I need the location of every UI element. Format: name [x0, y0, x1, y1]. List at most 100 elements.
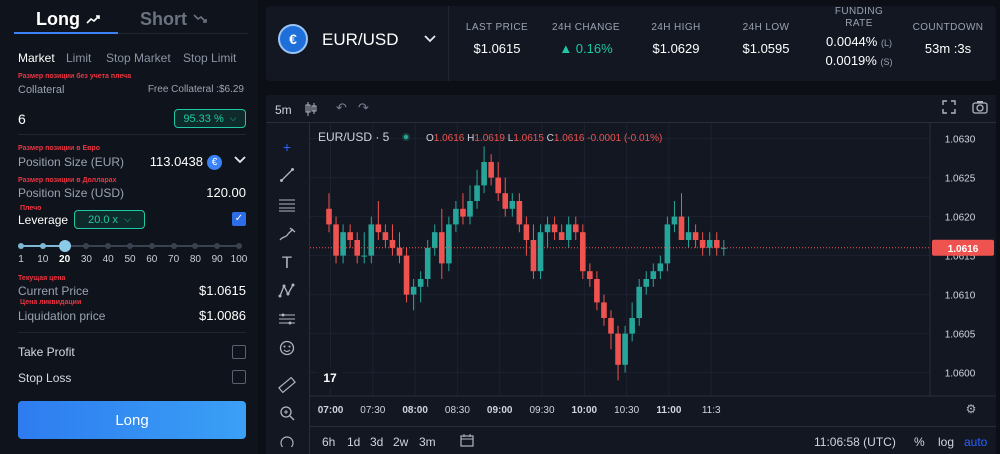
auto-scale-button[interactable]: auto: [964, 435, 987, 449]
collateral-hint: Размер позиции без учета плеча: [18, 73, 132, 80]
utc-clock[interactable]: 11:06:58 (UTC): [814, 435, 896, 449]
leverage-value: 20.0 x: [88, 213, 119, 226]
long-submit-button[interactable]: Long: [18, 401, 246, 439]
x-tick-label: 08:30: [445, 405, 470, 416]
candle-body: [580, 232, 586, 272]
tab-market[interactable]: Market: [18, 51, 55, 65]
slider-step-dot[interactable]: [170, 243, 177, 249]
candle-body: [382, 232, 389, 240]
range-3d[interactable]: 3d: [370, 435, 383, 449]
candle-body: [333, 224, 339, 256]
brush-icon[interactable]: [275, 224, 299, 244]
emoji-icon[interactable]: [275, 338, 299, 358]
range-1d[interactable]: 1d: [347, 435, 360, 449]
fullscreen-icon[interactable]: [942, 100, 956, 117]
tab-limit[interactable]: Limit: [66, 51, 91, 65]
candlestick-chart[interactable]: 1.06301.06251.06201.06151.06101.06051.06…: [310, 123, 996, 426]
fib-lines-icon[interactable]: [275, 195, 299, 215]
range-2w[interactable]: 2w: [393, 435, 408, 449]
x-tick-label: 10:30: [614, 405, 639, 416]
stop-loss-checkbox[interactable]: [232, 370, 246, 384]
candle-body: [431, 232, 438, 248]
camera-icon[interactable]: [972, 100, 988, 117]
tab-short[interactable]: Short: [140, 6, 207, 32]
slider-step-dot[interactable]: [127, 243, 133, 249]
take-profit-checkbox[interactable]: [232, 345, 246, 359]
chart-container: 5m ↶ ↷ + T 1.0630 1.0625 1.0620 1.0615 1…: [266, 95, 996, 454]
slider-step-dot[interactable]: [192, 243, 199, 249]
collateral-percent-select[interactable]: 95.33 % ⌵: [174, 109, 246, 128]
candle-body: [565, 224, 572, 240]
currency-toggle-chevron-icon[interactable]: [234, 156, 246, 167]
ruler-icon[interactable]: [275, 375, 299, 395]
candle-body: [488, 162, 494, 178]
candle-body: [643, 279, 650, 287]
tab-long-label: Long: [36, 8, 80, 29]
slider-step-dot[interactable]: [214, 243, 221, 249]
tab-long[interactable]: Long: [36, 6, 100, 32]
stat-countdown: COUNTDOWN 53m :3s: [906, 6, 990, 81]
chart-top-toolbar: 5m ↶ ↷: [266, 95, 996, 123]
zoom-in-icon[interactable]: [275, 403, 299, 423]
range-6h[interactable]: 6h: [322, 435, 335, 449]
measure-icon[interactable]: [275, 309, 299, 329]
leverage-checkbox[interactable]: ✓: [232, 212, 246, 226]
liquidation-value: $1.0086: [199, 308, 246, 323]
stat-24h-high: 24H HIGH $1.0629: [636, 6, 716, 81]
position-eur-number: 113.0438: [149, 154, 203, 169]
redo-icon[interactable]: ↷: [358, 100, 369, 116]
candle-body: [587, 271, 593, 279]
chevron-down-icon[interactable]: [424, 32, 436, 46]
range-3m[interactable]: 3m: [419, 435, 436, 449]
candle-body: [636, 286, 642, 318]
slider-step-dot[interactable]: [148, 243, 155, 249]
divider: [18, 134, 246, 135]
leverage-slider[interactable]: [18, 240, 242, 252]
position-eur-label: Position Size (EUR): [18, 155, 125, 169]
crosshair-icon[interactable]: +: [275, 137, 299, 157]
pattern-icon[interactable]: [275, 281, 299, 301]
candle-body: [347, 232, 353, 240]
leverage-select[interactable]: 20.0 x ⌵: [74, 210, 145, 229]
euro-coin-icon: €: [207, 155, 222, 171]
more-tools-icon[interactable]: [275, 433, 299, 447]
timeframe-button[interactable]: 5m: [275, 103, 292, 117]
tradingview-logo-icon: 17: [323, 371, 337, 385]
tab-active-underline: [14, 32, 118, 34]
candle-body: [361, 255, 368, 257]
calendar-icon[interactable]: [460, 433, 474, 450]
leverage-mark-label: 60: [146, 254, 158, 265]
stat-label: 24H LOW: [742, 22, 790, 33]
slider-step-dot[interactable]: [236, 243, 242, 249]
candle-body: [615, 333, 621, 365]
stat-label-line2: RATE: [845, 18, 873, 29]
tab-stop-limit[interactable]: Stop Limit: [183, 51, 236, 65]
slider-step-dot[interactable]: [39, 243, 46, 249]
candles-type-icon[interactable]: [304, 101, 318, 120]
leverage-mark-label: 30: [80, 254, 92, 265]
funding-short: 0.0019% (S): [814, 53, 904, 68]
candle-body: [509, 201, 516, 209]
log-scale-button[interactable]: log: [938, 435, 954, 449]
stat-value: $1.0595: [742, 41, 790, 56]
slider-knob[interactable]: [58, 240, 71, 252]
x-tick-label: 10:00: [572, 405, 598, 416]
candle-body: [375, 224, 382, 233]
percent-scale-button[interactable]: %: [914, 435, 925, 449]
leverage-mark-label: 50: [124, 254, 136, 265]
undo-icon[interactable]: ↶: [336, 100, 347, 116]
candle-body: [713, 240, 720, 248]
collateral-input[interactable]: 6: [18, 111, 26, 127]
slider-step-dot[interactable]: [83, 243, 90, 249]
leverage-mark-label: 40: [102, 254, 114, 265]
slider-step-dot[interactable]: [18, 243, 24, 249]
text-tool-icon[interactable]: T: [275, 253, 299, 273]
leverage-mark-label: 10: [37, 254, 49, 265]
tab-stop-market[interactable]: Stop Market: [106, 51, 171, 65]
pair-selector[interactable]: EUR/USD: [322, 30, 399, 50]
trend-line-icon[interactable]: [275, 165, 299, 185]
candle-body: [389, 240, 396, 248]
slider-step-dot[interactable]: [105, 243, 112, 249]
funding-long-tag: (L): [880, 38, 892, 48]
candle-body: [699, 240, 706, 248]
